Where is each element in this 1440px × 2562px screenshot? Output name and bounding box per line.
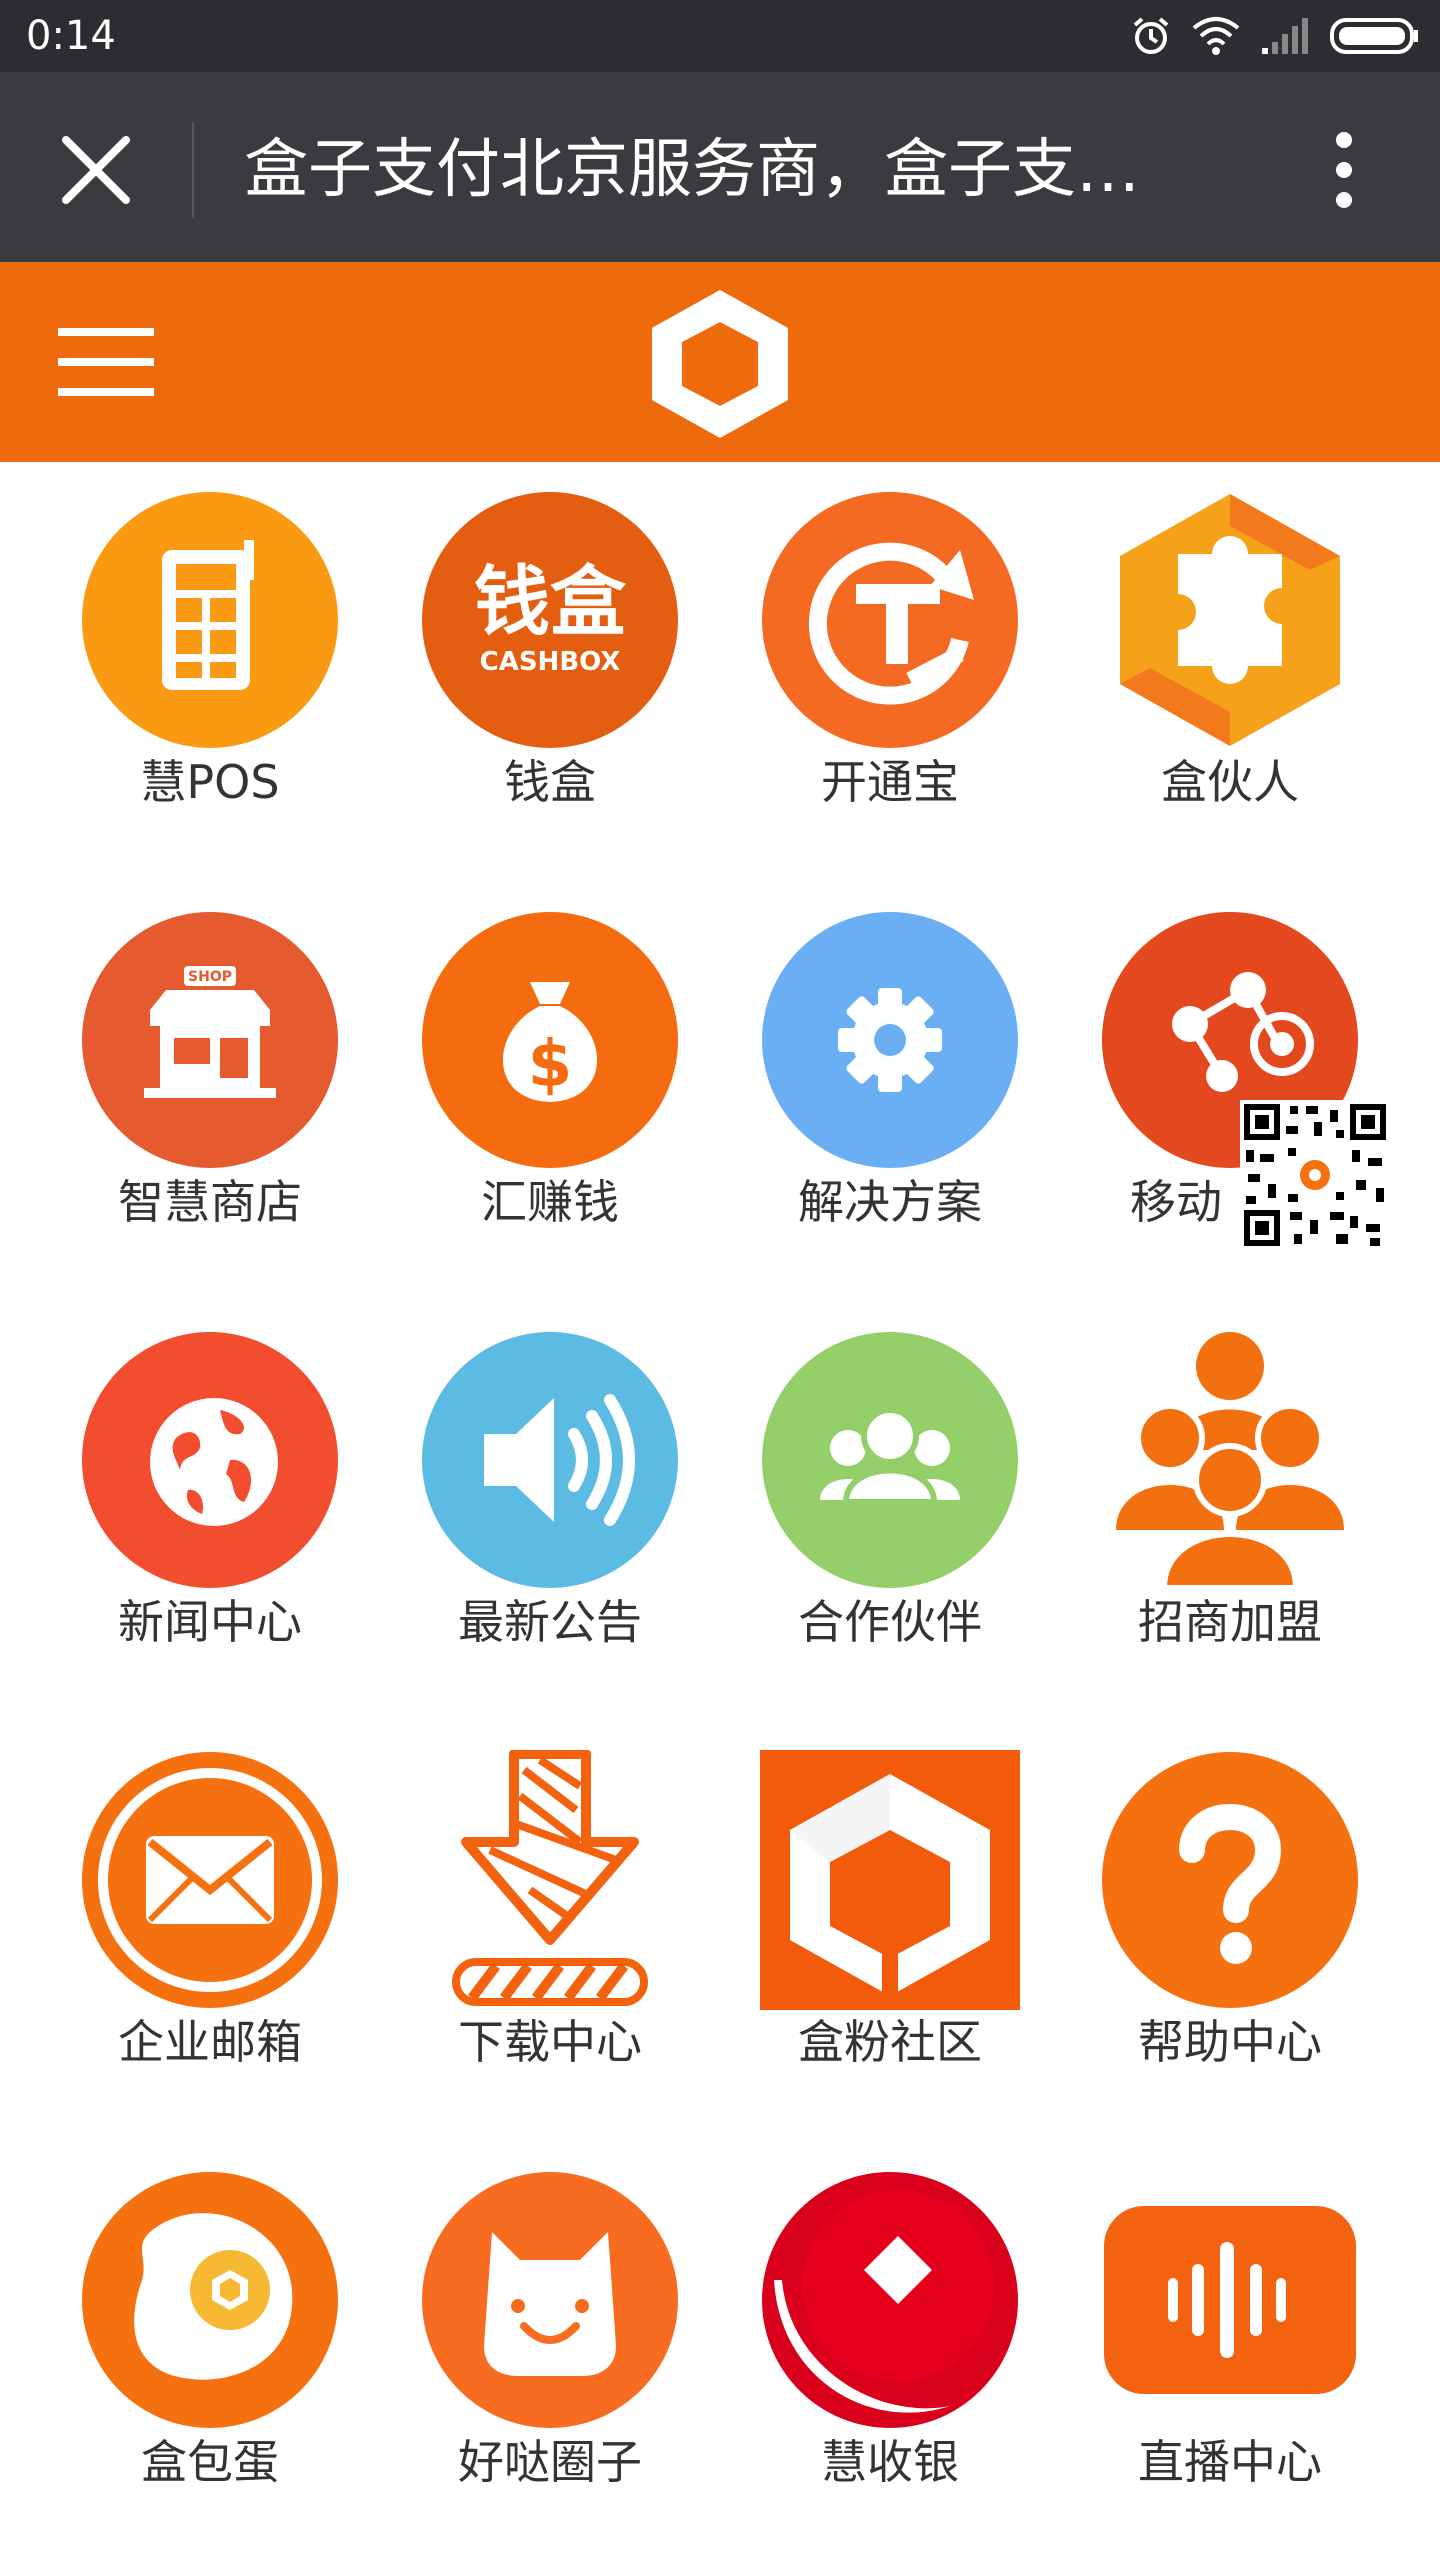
grid-item-label: 慧收银 <box>821 2435 959 2489</box>
grid-item-downloads[interactable]: 下载中心 <box>380 1722 720 2142</box>
qr-code-icon[interactable] <box>1240 1100 1390 1250</box>
grid-item-label: 开通宝 <box>821 755 959 809</box>
grid-item-label: 汇赚钱 <box>481 1175 619 1229</box>
status-time: 0:14 <box>26 13 116 59</box>
grid-item-smart-shop[interactable]: SHOP 智慧商店 <box>40 882 380 1302</box>
grid-item-label: 盒粉社区 <box>798 2015 982 2069</box>
grid-item-label: 直播中心 <box>1138 2435 1322 2489</box>
kaitongbao-icon <box>762 492 1018 748</box>
grid-item-label: 下载中心 <box>458 2015 642 2069</box>
puzzle-hexagon-icon <box>1120 494 1340 746</box>
grid-item-help-center[interactable]: 帮助中心 <box>1060 1722 1400 2142</box>
battery-icon <box>1330 18 1418 54</box>
hamburger-menu-icon[interactable] <box>58 324 154 400</box>
shop-icon: SHOP <box>82 912 338 1168</box>
grid-item-cashbox[interactable]: 钱盒 CASHBOX 钱盒 <box>380 462 720 882</box>
pos-terminal-icon <box>82 492 338 748</box>
grid-item-hebaodan[interactable]: 盒包蛋 <box>40 2142 380 2562</box>
grid-item-label: 盒包蛋 <box>141 2435 279 2489</box>
grid-item-news[interactable]: 新闻中心 <box>40 1302 380 1722</box>
grid-item-label: 智慧商店 <box>118 1175 302 1229</box>
grid-item-label: 解决方案 <box>798 1175 982 1229</box>
help-question-icon <box>1102 1752 1358 2008</box>
page-title: 盒子支付北京服务商，盒子支… <box>244 133 1140 207</box>
grid-item-huipos[interactable]: 慧POS <box>40 462 380 882</box>
grid-item-kaitongbao[interactable]: 开通宝 <box>720 462 1060 882</box>
grid-item-label: 好哒圈子 <box>458 2435 642 2489</box>
box-community-icon <box>760 1750 1020 2010</box>
grid-item-hui-cashier[interactable]: 慧收银 <box>720 2142 1060 2562</box>
grid-item-box-community[interactable]: 盒粉社区 <box>720 1722 1060 2142</box>
grid-item-haoda-circle[interactable]: 好哒圈子 <box>380 2142 720 2562</box>
mail-icon <box>82 1752 338 2008</box>
grid-item-solutions[interactable]: 解决方案 <box>720 882 1060 1302</box>
status-icons <box>1130 12 1420 60</box>
grid-item-label: 慧POS <box>140 755 280 809</box>
gear-icon <box>762 912 1018 1168</box>
grid-item-label: 帮助中心 <box>1138 2015 1322 2069</box>
app-header <box>0 262 1440 462</box>
webview-title-bar: 盒子支付北京服务商，盒子支… <box>0 72 1440 262</box>
shop-sign-text: SHOP <box>188 969 232 985</box>
fried-egg-icon <box>82 2172 338 2428</box>
cashbox-icon: 钱盒 CASHBOX <box>422 492 678 748</box>
cashbox-logo-subtext: CASHBOX <box>480 647 621 677</box>
app-icon-grid: 慧POS 钱盒 CASHBOX 钱盒 开通宝 盒伙人 SHOP 智慧商店 $ 汇… <box>0 462 1440 2560</box>
grid-item-announcements[interactable]: 最新公告 <box>380 1302 720 1722</box>
title-divider <box>192 122 194 218</box>
grid-item-hehuoren[interactable]: 盒伙人 <box>1060 462 1400 882</box>
grid-item-label: 盒伙人 <box>1161 755 1299 809</box>
grid-item-label: 钱盒 <box>504 755 596 809</box>
grid-item-label: 合作伙伴 <box>798 1595 982 1649</box>
grid-item-partners[interactable]: 合作伙伴 <box>720 1302 1060 1722</box>
status-bar: 0:14 <box>0 0 1440 72</box>
grid-item-enterprise-mail[interactable]: 企业邮箱 <box>40 1722 380 2142</box>
grid-item-label: 新闻中心 <box>118 1595 302 1649</box>
signal-icon <box>1262 18 1308 54</box>
download-arrow-icon <box>452 1750 648 2006</box>
cashbox-logo-text: 钱盒 <box>474 557 627 646</box>
globe-icon <box>82 1332 338 1588</box>
grid-item-franchise[interactable]: 招商加盟 <box>1060 1302 1400 1722</box>
red-envelope-icon <box>762 2172 1018 2428</box>
more-vertical-icon[interactable] <box>1320 122 1368 218</box>
people-group-icon <box>762 1332 1018 1588</box>
smile-face-icon <box>422 2172 678 2428</box>
grid-item-live-center[interactable]: 直播中心 <box>1060 2142 1400 2562</box>
alarm-icon <box>1133 17 1169 54</box>
grid-item-label: 最新公告 <box>458 1595 642 1649</box>
close-icon[interactable] <box>48 122 144 218</box>
wifi-icon <box>1192 17 1240 55</box>
box-logo-icon[interactable] <box>640 282 800 442</box>
live-audio-icon <box>1104 2206 1356 2394</box>
svg-text:$: $ <box>528 1028 573 1102</box>
grid-item-huizhuanqian[interactable]: $ 汇赚钱 <box>380 882 720 1302</box>
money-bag-icon: $ <box>422 912 678 1168</box>
grid-item-label: 企业邮箱 <box>118 2015 302 2069</box>
people-pyramid-icon <box>1116 1332 1344 1590</box>
grid-item-label: 招商加盟 <box>1138 1595 1322 1649</box>
speaker-icon <box>422 1332 678 1588</box>
